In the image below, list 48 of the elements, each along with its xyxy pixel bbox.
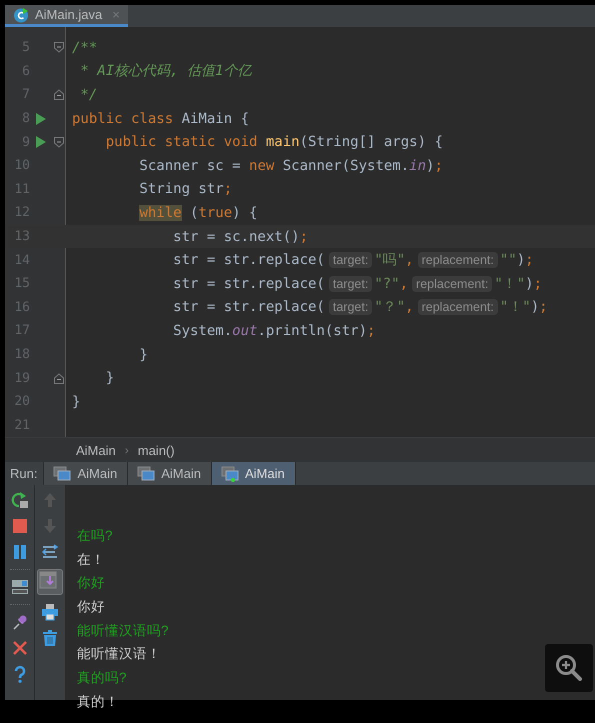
- close-icon[interactable]: [10, 639, 28, 657]
- code-line: public static void main(String[] args) {: [104, 134, 443, 150]
- wrap-icon[interactable]: [41, 543, 59, 561]
- trash-icon[interactable]: [41, 629, 59, 647]
- output-text: 能听懂汉语！: [77, 645, 161, 664]
- breadcrumb-separator: ›: [124, 443, 129, 457]
- typed-text: 在吗?: [77, 526, 113, 545]
- window-icon: [53, 466, 72, 482]
- code-line: }: [72, 394, 80, 410]
- window-icon: [137, 466, 156, 482]
- code-line: * AI核心代码, 估值1个亿: [79, 62, 252, 80]
- code-line: Scanner sc = new Scanner(System.in);: [138, 158, 443, 174]
- breadcrumb[interactable]: main(): [138, 442, 175, 458]
- run-tab[interactable]: AiMain: [212, 462, 296, 485]
- zoom-in-icon: [554, 653, 584, 683]
- breadcrumb[interactable]: AiMain: [76, 442, 116, 458]
- run-icon[interactable]: [36, 136, 46, 148]
- run-icon[interactable]: [36, 112, 46, 125]
- output-text: 在！: [77, 550, 105, 569]
- code-line: str = str.replace( target: "吗", replacement: "");: [172, 251, 534, 270]
- run-tab[interactable]: AiMain: [128, 462, 212, 485]
- code-line: while (true) {: [138, 204, 258, 221]
- code-line: str = str.replace( target: "?", replacement: "！");: [172, 274, 542, 293]
- class-file-icon: [13, 6, 29, 22]
- zoom-button[interactable]: [545, 644, 593, 692]
- typed-text: 能听懂汉语吗?: [77, 622, 169, 640]
- layout-icon[interactable]: [10, 578, 28, 596]
- stop-icon[interactable]: [10, 517, 28, 535]
- rerun-icon[interactable]: [10, 491, 28, 509]
- file-tab[interactable]: AiMain.java ×: [5, 5, 128, 27]
- code-line: System.out.println(str);: [172, 322, 376, 339]
- code-line: }: [104, 370, 114, 386]
- file-name: AiMain.java: [35, 7, 102, 22]
- code-line: str = sc.next();: [172, 228, 308, 245]
- output-text: 真的！: [77, 692, 119, 711]
- typed-text: 真的吗?: [77, 668, 127, 687]
- code-line: }: [138, 346, 148, 363]
- code-line: public class AiMain {: [72, 110, 250, 127]
- code-line: str = str.replace( target: "？", replacement: "！");: [172, 298, 548, 316]
- pin-icon[interactable]: [10, 613, 28, 631]
- output-text: 你好: [77, 598, 105, 616]
- print-icon[interactable]: [41, 603, 59, 621]
- window-icon: [220, 466, 239, 482]
- code-line: */: [79, 86, 98, 103]
- typed-text: 你好: [77, 574, 105, 592]
- code-line: String str;: [138, 181, 232, 198]
- run-tab[interactable]: AiMain: [44, 462, 128, 485]
- code-line: /**: [72, 40, 98, 56]
